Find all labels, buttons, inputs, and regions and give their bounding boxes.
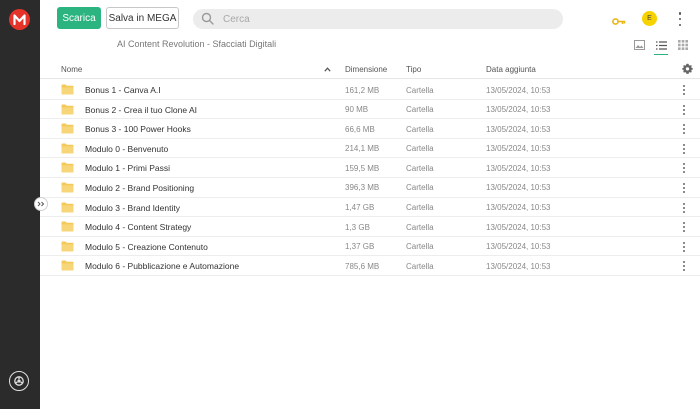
row-size: 396,3 MB	[345, 183, 380, 193]
row-type: Cartella	[406, 242, 434, 252]
row-name: Modulo 5 - Creazione Contenuto	[85, 241, 208, 252]
app-window: Scarica Salva in MEGA E AI Content Revol…	[0, 0, 700, 409]
gear-icon[interactable]	[682, 63, 693, 76]
folder-icon	[61, 202, 74, 215]
row-type: Cartella	[406, 124, 434, 134]
column-header-date[interactable]: Data aggiunta	[486, 65, 536, 74]
table-row[interactable]: Modulo 4 - Content Strategy 1,3 GB Carte…	[40, 217, 700, 237]
folder-icon	[61, 182, 74, 195]
folder-icon	[61, 143, 74, 156]
search-input[interactable]	[223, 11, 543, 27]
download-button[interactable]: Scarica	[57, 7, 101, 29]
row-size: 161,2 MB	[345, 85, 380, 95]
row-type: Cartella	[406, 222, 434, 232]
row-type: Cartella	[406, 105, 434, 115]
row-type: Cartella	[406, 163, 434, 173]
row-size: 66,6 MB	[345, 124, 375, 134]
row-date: 13/05/2024, 10:53	[486, 242, 551, 252]
table-row[interactable]: Modulo 2 - Brand Positioning 396,3 MB Ca…	[40, 178, 700, 198]
table-row[interactable]: Modulo 5 - Creazione Contenuto 1,37 GB C…	[40, 237, 700, 257]
table-row[interactable]: Modulo 0 - Benvenuto 214,1 MB Cartella 1…	[40, 139, 700, 159]
row-name: Modulo 2 - Brand Positioning	[85, 182, 195, 193]
row-name: Bonus 3 - 100 Power Hooks	[85, 124, 191, 135]
avatar[interactable]: E	[642, 11, 657, 26]
more-vertical-icon[interactable]	[682, 163, 686, 174]
row-name: Bonus 2 - Crea il tuo Clone AI	[85, 104, 197, 115]
row-date: 13/05/2024, 10:53	[486, 183, 551, 193]
row-date: 13/05/2024, 10:53	[486, 203, 551, 213]
row-date: 13/05/2024, 10:53	[486, 105, 551, 115]
row-name: Modulo 1 - Primi Passi	[85, 163, 171, 174]
table-header: Nome Dimensione Tipo Data aggiunta	[40, 60, 700, 79]
folder-icon	[61, 260, 74, 273]
more-vertical-icon[interactable]	[682, 143, 686, 154]
list-view-icon[interactable]	[654, 38, 668, 55]
row-size: 1,37 GB	[345, 242, 375, 252]
more-vertical-icon[interactable]	[682, 85, 686, 95]
search-icon	[201, 12, 214, 30]
row-size: 785,6 MB	[345, 261, 380, 271]
breadcrumb: AI Content Revolution - Sfacciati Digita…	[117, 39, 277, 49]
file-list: Bonus 1 - Canva A.I 161,2 MB Cartella 13…	[40, 80, 700, 276]
row-name: Modulo 0 - Benvenuto	[85, 143, 169, 154]
more-vertical-icon[interactable]	[682, 182, 686, 193]
save-to-mega-button[interactable]: Salva in MEGA	[106, 7, 179, 29]
row-name: Modulo 6 - Pubblicazione e Automazione	[85, 261, 240, 272]
view-toggles	[632, 38, 692, 55]
row-date: 13/05/2024, 10:53	[486, 163, 551, 173]
row-size: 90 MB	[345, 105, 369, 115]
sync-icon[interactable]	[9, 371, 29, 391]
folder-icon	[61, 241, 74, 254]
row-name: Modulo 3 - Brand Identity	[85, 202, 180, 213]
table-row[interactable]: Bonus 1 - Canva A.I 161,2 MB Cartella 13…	[40, 80, 700, 100]
more-vertical-icon[interactable]	[678, 12, 682, 26]
row-type: Cartella	[406, 261, 434, 271]
folder-icon	[61, 84, 74, 97]
top-bar: Scarica Salva in MEGA E AI Content Revol…	[40, 0, 700, 60]
table-row[interactable]: Bonus 2 - Crea il tuo Clone AI 90 MB Car…	[40, 100, 700, 120]
more-vertical-icon[interactable]	[682, 241, 686, 252]
row-type: Cartella	[406, 203, 434, 213]
column-header-size[interactable]: Dimensione	[345, 65, 387, 74]
row-size: 159,5 MB	[345, 163, 380, 173]
folder-icon	[61, 104, 74, 117]
table-row[interactable]: Bonus 3 - 100 Power Hooks 66,6 MB Cartel…	[40, 119, 700, 139]
more-vertical-icon[interactable]	[682, 104, 686, 115]
row-date: 13/05/2024, 10:53	[486, 261, 551, 271]
row-type: Cartella	[406, 85, 434, 95]
more-vertical-icon[interactable]	[682, 124, 686, 135]
row-date: 13/05/2024, 10:53	[486, 85, 551, 95]
mega-logo-icon[interactable]	[9, 9, 30, 30]
table-row[interactable]: Modulo 1 - Primi Passi 159,5 MB Cartella…	[40, 158, 700, 178]
folder-icon	[61, 162, 74, 175]
more-vertical-icon[interactable]	[682, 202, 686, 213]
more-vertical-icon[interactable]	[682, 222, 686, 233]
column-header-name[interactable]: Nome	[61, 65, 82, 74]
row-name: Modulo 4 - Content Strategy	[85, 222, 192, 233]
row-date: 13/05/2024, 10:53	[486, 144, 551, 154]
row-size: 1,3 GB	[345, 222, 370, 232]
key-icon[interactable]	[612, 13, 626, 31]
double-chevron-right-icon[interactable]	[34, 197, 48, 211]
row-name: Bonus 1 - Canva A.I	[85, 85, 161, 95]
folder-icon	[61, 123, 74, 136]
chevron-up-icon[interactable]	[324, 65, 331, 74]
folder-icon	[61, 221, 74, 234]
row-size: 214,1 MB	[345, 144, 380, 154]
row-date: 13/05/2024, 10:53	[486, 124, 551, 134]
row-date: 13/05/2024, 10:53	[486, 222, 551, 232]
grid-view-icon[interactable]	[676, 38, 690, 52]
more-vertical-icon[interactable]	[682, 261, 686, 272]
table-row[interactable]: Modulo 6 - Pubblicazione e Automazione 7…	[40, 256, 700, 276]
image-view-icon[interactable]	[632, 38, 646, 52]
column-header-type[interactable]: Tipo	[406, 65, 421, 74]
row-type: Cartella	[406, 144, 434, 154]
row-size: 1,47 GB	[345, 203, 375, 213]
search-bar[interactable]	[193, 9, 563, 29]
table-row[interactable]: Modulo 3 - Brand Identity 1,47 GB Cartel…	[40, 198, 700, 218]
row-type: Cartella	[406, 183, 434, 193]
